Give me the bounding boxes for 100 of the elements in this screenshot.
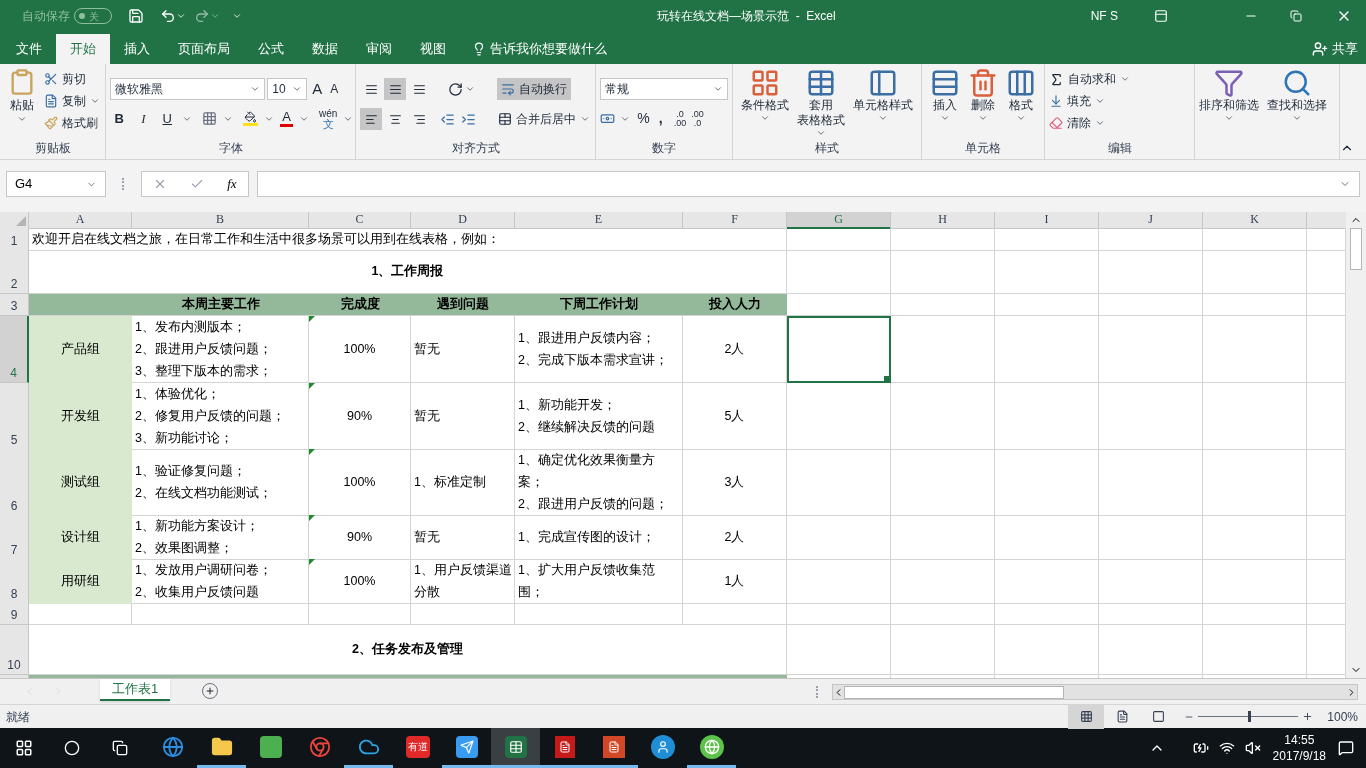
view-icon	[1115, 710, 1129, 723]
percent-button[interactable]: %	[635, 108, 652, 129]
group-cell: 用研组	[29, 559, 132, 604]
column-header[interactable]: E	[515, 212, 683, 229]
zoom-slider-thumb[interactable]	[1248, 711, 1252, 722]
ribbon-tab[interactable]: 插入	[110, 34, 164, 64]
column-header[interactable]: C	[309, 212, 411, 229]
battery-icon[interactable]	[1192, 740, 1209, 756]
scroll-thumb[interactable]	[1350, 228, 1362, 270]
align-icon	[412, 82, 426, 96]
find-select-button[interactable]: 查找和选择	[1263, 68, 1331, 159]
volume-muted-icon[interactable]	[1244, 740, 1261, 756]
save-icon[interactable]	[128, 8, 144, 24]
column-header[interactable]: F	[683, 212, 787, 229]
share-button[interactable]: 共享	[1312, 34, 1358, 64]
caret-icon[interactable]	[176, 11, 186, 21]
column-header[interactable]: A	[29, 212, 132, 229]
decrease-decimal-button[interactable]: .00 .0	[691, 109, 704, 128]
ribbon-display-icon[interactable]	[1154, 9, 1168, 23]
format-button[interactable]: 格式	[1002, 68, 1041, 139]
currency-icon[interactable]	[600, 111, 616, 126]
align-icon	[412, 112, 426, 126]
ribbon-tab[interactable]: 页面布局	[164, 34, 244, 64]
formula-input[interactable]	[257, 171, 1360, 197]
row-header[interactable]: 7	[0, 515, 29, 560]
staff-cell: 1人	[683, 559, 787, 604]
comma-button[interactable]: ,	[656, 108, 665, 129]
underline-button[interactable]: U	[158, 108, 177, 129]
sort-filter-button[interactable]: 排序和筛选	[1195, 68, 1263, 159]
fill-color-icon[interactable]	[243, 111, 259, 126]
zoom-in-icon[interactable]	[1302, 711, 1314, 722]
column-header[interactable]: I	[995, 212, 1099, 229]
font-color-button[interactable]: A	[280, 110, 293, 127]
row-header[interactable]: 5	[0, 383, 29, 450]
spreadsheet-app-icon[interactable]	[491, 728, 540, 768]
increase-decimal-button[interactable]: .0 .00	[673, 109, 687, 128]
clear-button[interactable]: 清除	[1049, 112, 1131, 134]
number-format-field[interactable]: 常规	[600, 78, 729, 100]
horizontal-scrollbar[interactable]	[832, 684, 1359, 700]
font-size-field[interactable]: 10	[267, 78, 308, 101]
conditional-format-button[interactable]: 条件格式	[737, 68, 794, 139]
row-header[interactable]: 1	[0, 228, 29, 251]
view-button[interactable]	[1068, 704, 1105, 729]
cut-button[interactable]: 剪切	[44, 68, 100, 90]
row-header[interactable]: 8	[0, 559, 29, 604]
column-header[interactable]: G	[787, 212, 891, 229]
row-header[interactable]: 10	[0, 625, 29, 675]
format-painter-button[interactable]: 格式刷	[44, 112, 100, 134]
notifications-icon[interactable]	[1338, 740, 1354, 756]
ribbon-tab[interactable]: 审阅	[352, 34, 406, 64]
ribbon-tab[interactable]: 数据	[298, 34, 352, 64]
customize-icon[interactable]	[232, 11, 242, 21]
vertical-align-button[interactable]	[384, 78, 407, 100]
column-header[interactable]: D	[411, 212, 515, 229]
increase-indent-icon[interactable]	[461, 111, 477, 127]
paste-button[interactable]: 粘贴	[4, 68, 40, 139]
format-table-button[interactable]: 套用 表格格式	[793, 68, 850, 139]
merge-center-button[interactable]: 合并后居中	[494, 108, 595, 130]
plus-icon	[205, 686, 216, 696]
ribbon-tab[interactable]: 开始	[56, 34, 110, 64]
clock[interactable]: 14:55 2017/9/18	[1272, 732, 1326, 764]
copy-button[interactable]: 复制	[44, 90, 100, 112]
horizontal-align-button[interactable]	[360, 108, 383, 130]
cell-styles-button[interactable]: 单元格样式	[849, 68, 918, 139]
delete-button[interactable]: 删除	[964, 68, 1003, 139]
borders-icon[interactable]	[202, 111, 218, 126]
phonetic-button[interactable]: wén 文	[318, 107, 338, 130]
column-header[interactable]: H	[891, 212, 995, 229]
restore-icon[interactable]	[1290, 10, 1302, 22]
row-header[interactable]: 2	[0, 250, 29, 294]
row-header[interactable]: 3	[0, 294, 29, 316]
decrease-indent-icon[interactable]	[440, 111, 456, 127]
row-header[interactable]: 4	[0, 316, 29, 383]
undo-icon[interactable]	[160, 8, 176, 24]
selected-cell[interactable]	[787, 316, 891, 383]
tell-me-field[interactable]: 告诉我你想要做什么	[472, 34, 607, 64]
scroll-thumb[interactable]	[844, 685, 1065, 699]
column-header[interactable]: B	[132, 212, 309, 229]
column-header[interactable]: J	[1099, 212, 1203, 229]
vertical-scrollbar[interactable]	[1346, 212, 1366, 678]
shrink-font-button[interactable]: A	[327, 80, 342, 99]
insert-button[interactable]: 插入	[926, 68, 965, 139]
wrap-text-button[interactable]: 自动换行	[497, 78, 572, 100]
wifi-icon[interactable]	[1218, 740, 1235, 756]
orientation-icon[interactable]	[448, 81, 464, 97]
row-header[interactable]: 6	[0, 449, 29, 516]
autosum-button[interactable]: 自动求和	[1049, 68, 1131, 90]
insert-function-button[interactable]: fx	[227, 174, 237, 194]
name-box[interactable]: G4	[6, 171, 106, 197]
font-name-field[interactable]: 微软雅黑	[110, 78, 266, 101]
italic-button[interactable]: I	[134, 108, 153, 129]
ribbon-tab[interactable]: 文件	[2, 34, 56, 64]
row-header[interactable]: 9	[0, 603, 29, 625]
sheet-tab[interactable]: 工作表1	[100, 679, 171, 701]
bold-button[interactable]: B	[110, 108, 129, 129]
column-header[interactable]: K	[1203, 212, 1307, 229]
ribbon-tab[interactable]: 视图	[406, 34, 460, 64]
fill-button[interactable]: 填充	[1049, 90, 1131, 112]
grow-font-button[interactable]: A	[309, 78, 326, 101]
ribbon-tab[interactable]: 公式	[244, 34, 298, 64]
